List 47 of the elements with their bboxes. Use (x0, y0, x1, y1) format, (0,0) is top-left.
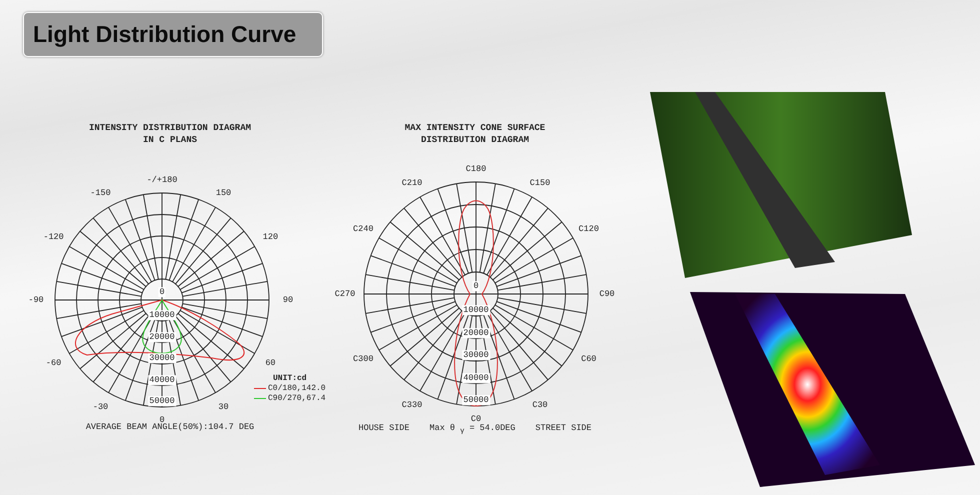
angle-label: 150 (216, 188, 232, 198)
angle-label: C270 (334, 289, 356, 299)
radial-label: 30000 (462, 350, 490, 360)
angle-label: C300 (353, 354, 374, 364)
angle-label: C210 (402, 178, 422, 188)
legend-label: C0/180,142.0 (268, 384, 326, 393)
radial-label: 0 (158, 287, 166, 298)
angle-label: 60 (265, 358, 276, 368)
radial-label: 50000 (462, 395, 490, 406)
unit-label: UNIT:cd (273, 374, 307, 383)
legend-label: C90/270,67.4 (268, 394, 326, 403)
diagram-title: MAX INTENSITY CONE SURFACE (404, 122, 546, 134)
angle-label: -/+180 (146, 175, 178, 185)
angle-label: C0 (470, 414, 482, 424)
diagram-title: INTENSITY DISTRIBUTION DIAGRAM (88, 122, 252, 134)
angle-label: -120 (43, 232, 64, 242)
radial-label: 10000 (462, 305, 490, 316)
angle-label: C30 (532, 400, 548, 410)
angle-label: C240 (353, 224, 374, 234)
angle-label: -90 (28, 295, 44, 305)
angle-label: 30 (218, 402, 229, 412)
angle-label: -60 (46, 358, 62, 368)
page-title: Light Distribution Curve (23, 12, 323, 57)
radial-label: 20000 (148, 332, 176, 342)
radial-label: 30000 (148, 353, 176, 364)
radial-label: 50000 (148, 396, 176, 406)
radial-label: 40000 (148, 374, 176, 385)
diagram-caption: AVERAGE BEAM ANGLE(50%):104.7 DEG (86, 422, 254, 432)
diagram-title: IN C PLANS (142, 134, 198, 146)
radial-label: 10000 (148, 310, 176, 320)
angle-label: 120 (262, 232, 278, 242)
diagram-caption: STREET SIDE (535, 423, 592, 435)
angle-label: C120 (578, 224, 599, 234)
angle-label: -30 (92, 402, 108, 412)
radial-label: 0 (472, 281, 480, 292)
radial-label: 40000 (462, 372, 490, 383)
diagram-title: DISTRIBUTION DIAGRAM (420, 134, 530, 146)
angle-label: 90 (282, 295, 294, 305)
angle-label: C60 (581, 354, 596, 364)
diagram-caption: HOUSE SIDE (358, 423, 410, 435)
radial-label: 20000 (462, 328, 490, 338)
angle-label: C180 (466, 164, 486, 174)
angle-label: C330 (402, 400, 422, 410)
angle-label: C150 (530, 178, 550, 188)
angle-label: -150 (90, 188, 111, 198)
angle-label: C90 (599, 289, 615, 299)
diagram-caption: Max θ $_{γ}$ = 54.0DEG (430, 423, 516, 436)
